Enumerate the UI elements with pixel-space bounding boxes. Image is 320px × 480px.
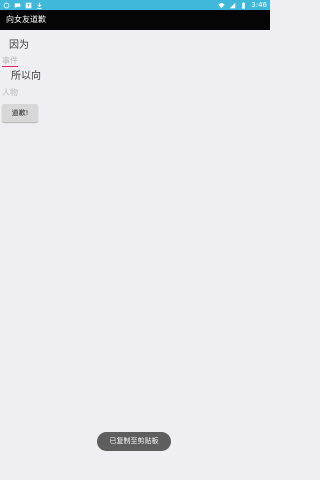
status-time: 3:46 <box>251 1 267 9</box>
notification-icon <box>3 2 10 9</box>
apologize-button[interactable]: 道歉! <box>2 104 38 122</box>
status-bar: 3:46 <box>0 0 270 10</box>
text-icon <box>25 2 32 9</box>
label-because: 因为 <box>9 40 29 51</box>
wifi-icon <box>218 2 225 9</box>
form-content: 因为 事件 所以向 人物 道歉! <box>0 30 270 480</box>
chat-icon <box>14 2 21 9</box>
person-input[interactable]: 人物 <box>2 88 18 98</box>
status-icons-right: 3:46 <box>218 0 267 10</box>
signal-icon <box>229 2 236 9</box>
reason-input-underline <box>2 66 18 67</box>
battery-icon <box>240 1 247 9</box>
page-title: 向女友道歉 <box>6 15 46 24</box>
toast-message: 已复制至剪贴板 <box>97 432 171 451</box>
label-so-to: 所以向 <box>11 71 41 82</box>
app-toolbar: 向女友道歉 <box>0 10 270 30</box>
reason-input[interactable]: 事件 <box>2 56 18 66</box>
download-icon <box>36 2 43 9</box>
status-icons-left <box>3 0 43 10</box>
